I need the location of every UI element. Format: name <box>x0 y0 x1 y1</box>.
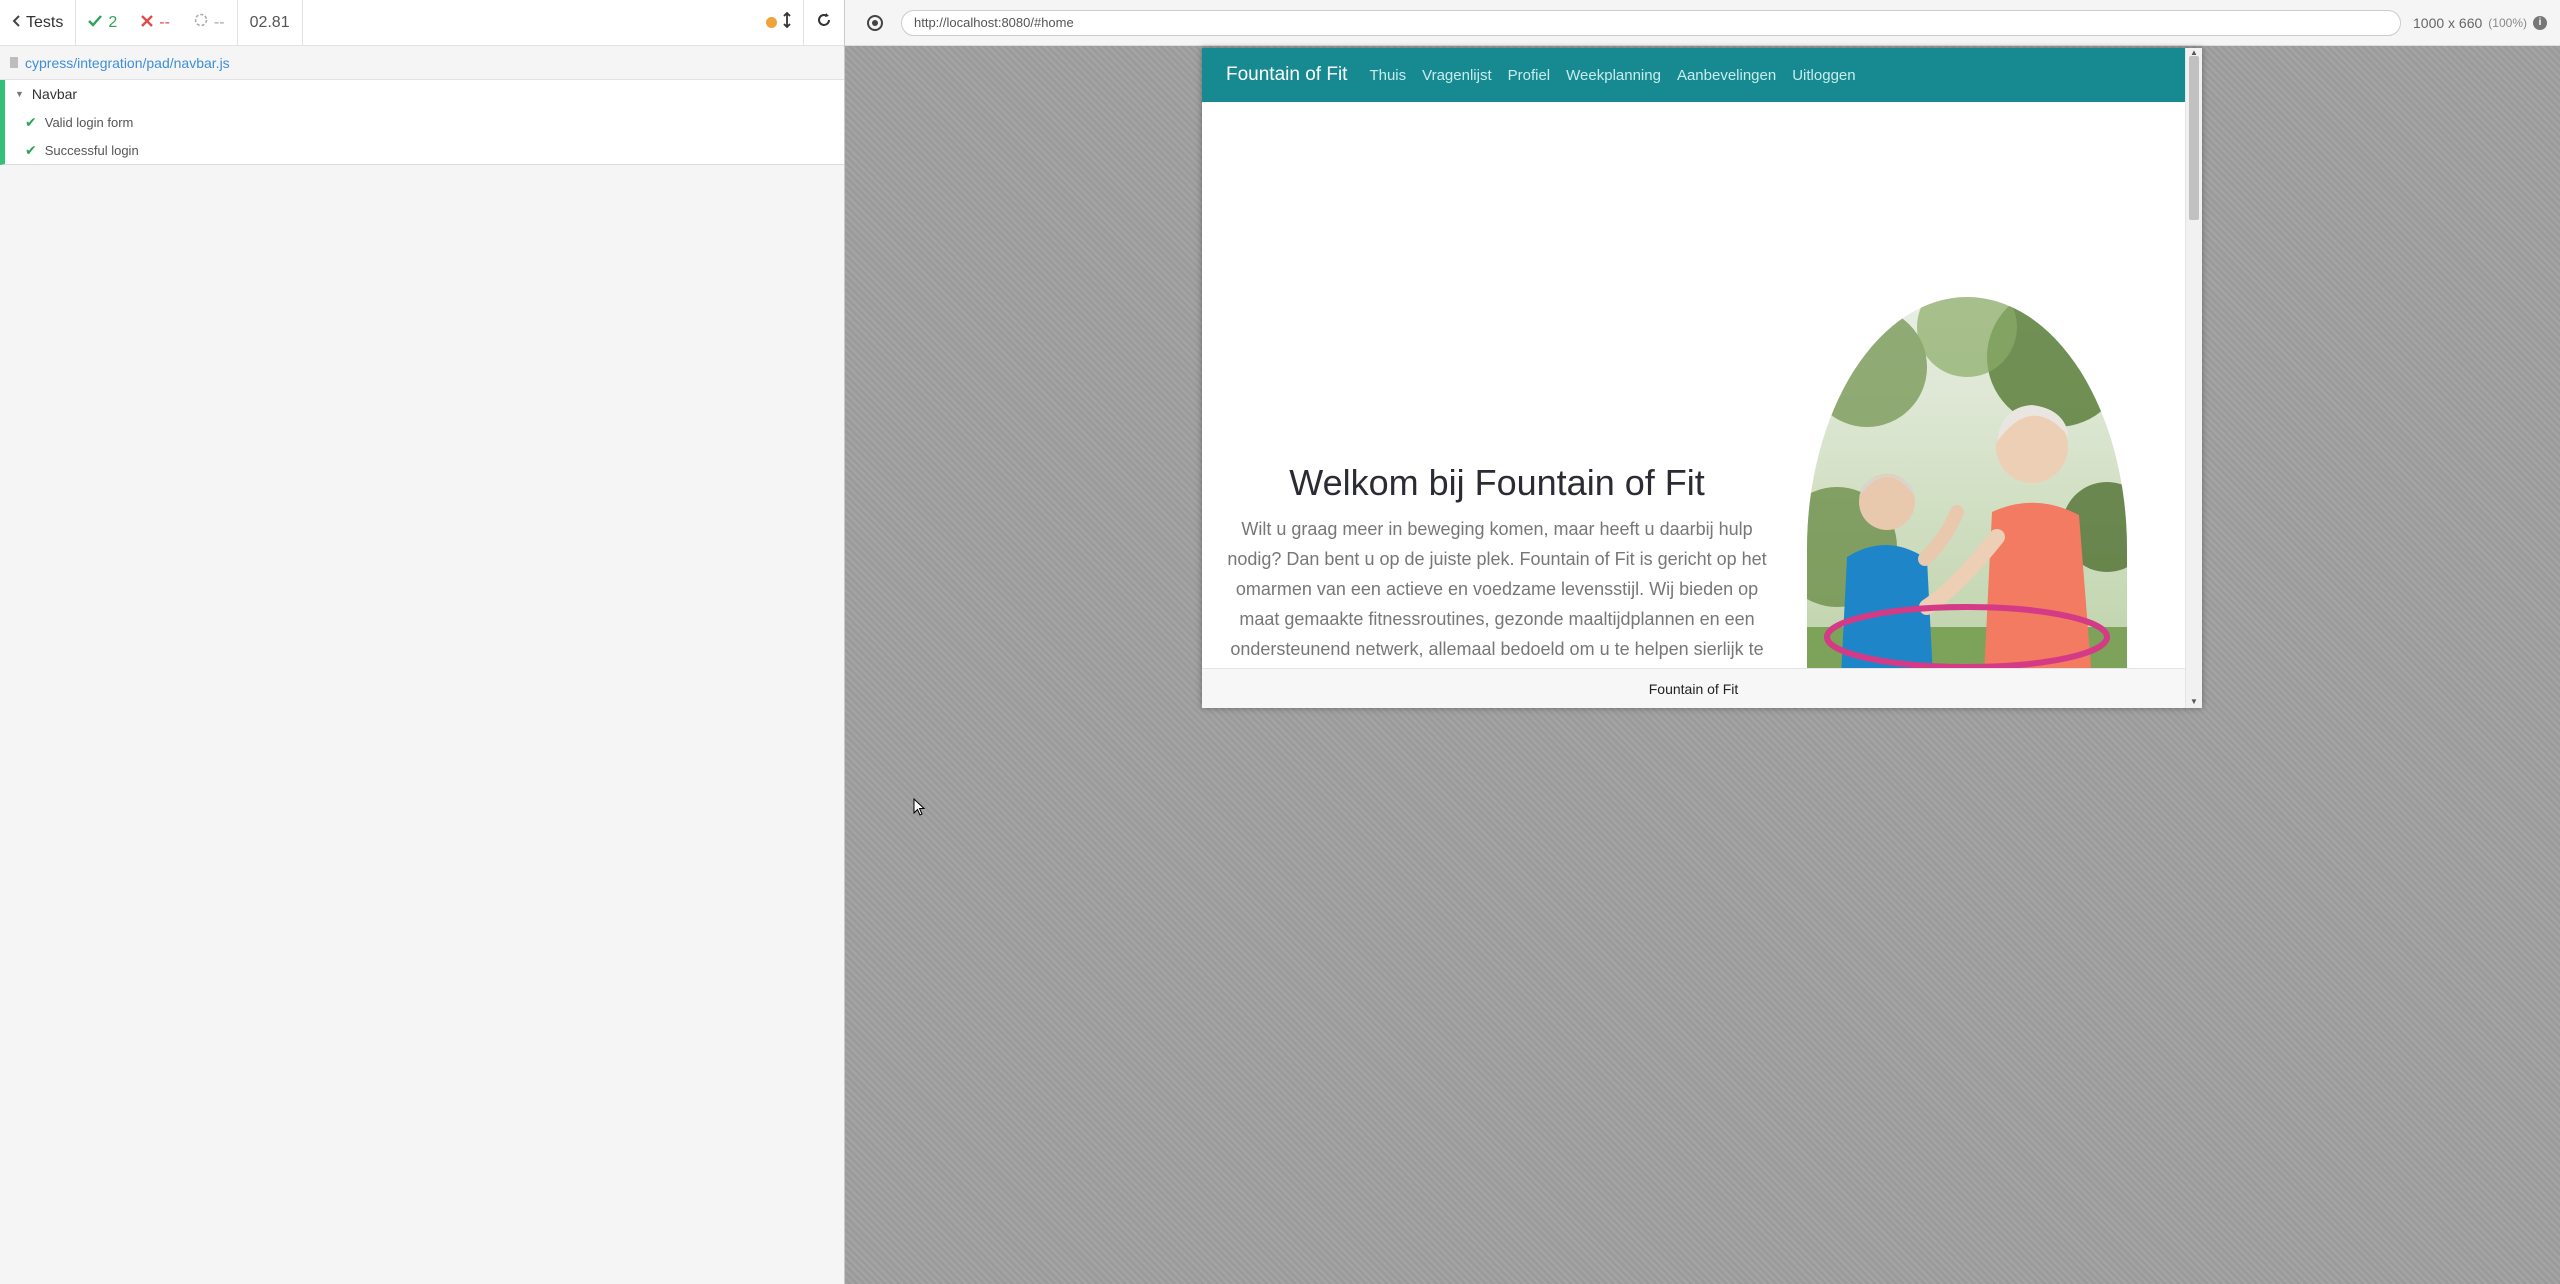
nav-link-uitloggen[interactable]: Uitloggen <box>1792 67 1855 84</box>
url-bar[interactable]: http://localhost:8080/#home <box>901 9 2401 36</box>
app-navbar: Fountain of Fit Thuis Vragenlijst Profie… <box>1202 48 2185 102</box>
rerun-button[interactable] <box>804 0 844 45</box>
hero-image <box>1807 297 2127 668</box>
app-iframe: Fountain of Fit Thuis Vragenlijst Profie… <box>1202 48 2202 708</box>
suite-block: ▼ Navbar ✔ Valid login form ✔ Successful… <box>0 80 844 165</box>
cypress-reporter: Tests 2 -- -- 02.81 cypress/integration/… <box>0 0 845 1284</box>
selector-playground-icon[interactable] <box>867 14 883 31</box>
test-row[interactable]: ✔ Valid login form <box>5 108 844 136</box>
failed-stat: -- <box>129 0 182 45</box>
nav-link-profiel[interactable]: Profiel <box>1508 67 1551 84</box>
app-scrollbar[interactable]: ▲ ▼ <box>2185 48 2202 708</box>
hero-body: Wilt u graag meer in beweging komen, maa… <box>1227 519 1767 659</box>
scrollbar-thumb[interactable] <box>2189 56 2199 220</box>
scroll-arrows-icon <box>783 11 791 33</box>
pending-stat: -- <box>182 0 238 45</box>
check-icon: ✔ <box>25 141 37 158</box>
status-dot-icon <box>766 17 777 28</box>
suite-title-row[interactable]: ▼ Navbar <box>5 80 844 108</box>
test-title: Successful login <box>44 142 139 158</box>
nav-link-vragenlijst[interactable]: Vragenlijst <box>1422 67 1491 84</box>
test-row[interactable]: ✔ Successful login <box>5 136 844 164</box>
check-icon: ✔ <box>25 113 37 130</box>
suite-title: Navbar <box>31 86 78 102</box>
nav-link-weekplanning[interactable]: Weekplanning <box>1566 67 1661 84</box>
viewport-scale: (100%) <box>2488 15 2527 30</box>
passed-stat: 2 <box>76 0 129 45</box>
file-icon <box>10 57 18 68</box>
auto-scroll-toggle[interactable] <box>754 0 804 45</box>
back-label: Tests <box>26 13 64 31</box>
navbar-brand[interactable]: Fountain of Fit <box>1226 64 1347 86</box>
back-to-tests-button[interactable]: Tests <box>0 0 77 45</box>
spec-path-link[interactable]: cypress/integration/pad/navbar.js <box>25 55 230 71</box>
spec-path-bar: cypress/integration/pad/navbar.js <box>0 46 844 80</box>
cross-icon <box>141 14 154 32</box>
pending-circle-icon <box>194 13 208 32</box>
hero-text: Welkom bij Fountain of Fit Wilt u graag … <box>1222 462 1772 668</box>
scroll-down-icon[interactable]: ▼ <box>2190 697 2198 706</box>
check-icon <box>88 14 103 32</box>
url-text: http://localhost:8080/#home <box>914 15 1074 30</box>
refresh-icon <box>816 12 832 33</box>
reporter-header: Tests 2 -- -- 02.81 <box>0 0 844 46</box>
viewport-info: 1000 x 660 (100%) i <box>2413 15 2547 31</box>
nav-link-thuis[interactable]: Thuis <box>1369 67 1406 84</box>
app-under-test-area: http://localhost:8080/#home 1000 x 660 (… <box>845 0 2560 1284</box>
caret-down-icon: ▼ <box>15 89 24 99</box>
hero-title: Welkom bij Fountain of Fit <box>1289 462 1705 503</box>
footer-text: Fountain of Fit <box>1648 680 1739 697</box>
duration: 02.81 <box>249 13 290 31</box>
pending-count: -- <box>213 13 225 31</box>
duration-stat: 02.81 <box>238 0 303 45</box>
mouse-cursor-icon <box>913 797 926 821</box>
test-title: Valid login form <box>44 114 134 130</box>
app-footer: Fountain of Fit <box>1202 668 2185 708</box>
hero-section: Welkom bij Fountain of Fit Wilt u graag … <box>1202 102 2185 668</box>
aut-header: http://localhost:8080/#home 1000 x 660 (… <box>845 0 2560 46</box>
nav-link-aanbevelingen[interactable]: Aanbevelingen <box>1677 67 1776 84</box>
chevron-left-icon <box>12 14 20 32</box>
passed-count: 2 <box>108 13 118 31</box>
info-icon[interactable]: i <box>2532 15 2547 30</box>
viewport-size: 1000 x 660 <box>2413 14 2483 31</box>
failed-count: -- <box>159 13 170 31</box>
